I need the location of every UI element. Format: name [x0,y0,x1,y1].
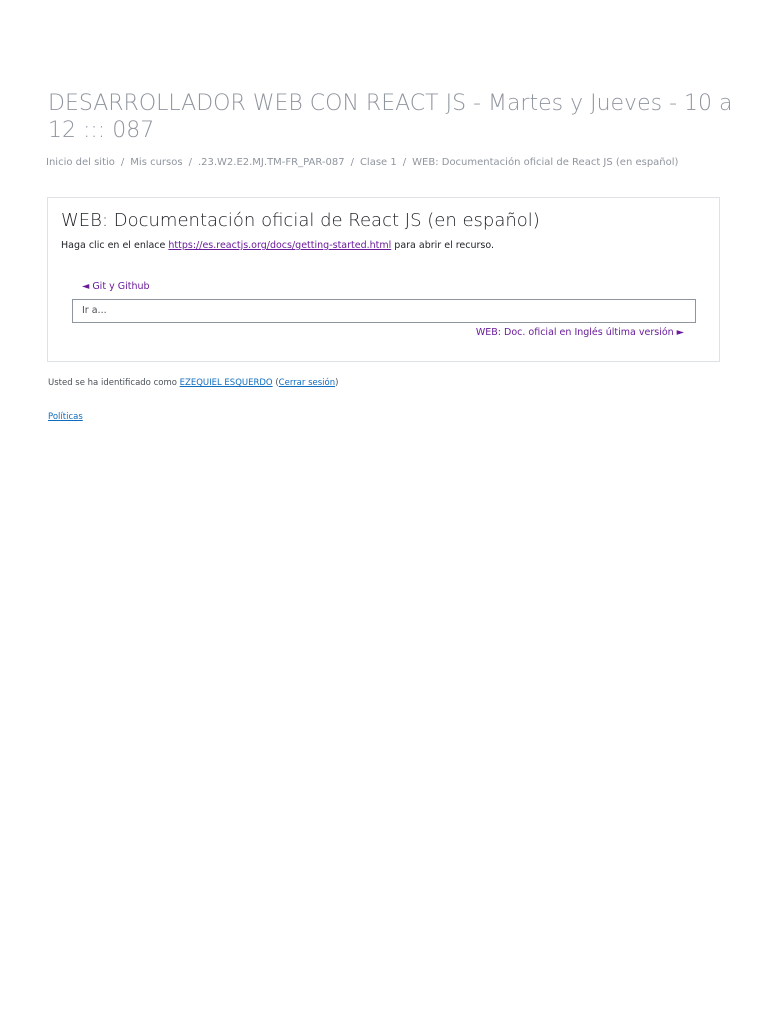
login-prefix: Usted se ha identificado como [48,378,180,388]
resource-card: WEB: Documentación oficial de React JS (… [47,197,720,362]
breadcrumb-item-my-courses[interactable]: Mis cursos [130,157,182,168]
breadcrumb-item-section[interactable]: Clase 1 [360,157,397,168]
resource-url-link[interactable]: https://es.reactjs.org/docs/getting-star… [168,240,391,251]
login-close-paren: ) [335,378,339,388]
breadcrumb-separator: / [188,157,192,168]
user-profile-link[interactable]: EZEQUIEL ESQUERDO [180,378,273,388]
resource-text-after: para abrir el recurso. [391,240,495,251]
resource-title: WEB: Documentación oficial de React JS (… [61,210,540,231]
jump-to-select[interactable]: Ir a... [72,299,696,323]
breadcrumb: Inicio del sitio / Mis cursos / .23.W2.E… [46,157,746,168]
logout-link[interactable]: Cerrar sesión [279,378,335,388]
prev-activity-link[interactable]: ◄ Git y Github [82,281,150,292]
breadcrumb-separator: / [402,157,407,168]
page: DESARROLLADOR WEB CON REACT JS - Martes … [0,0,768,1024]
page-title: DESARROLLADOR WEB CON REACT JS - Martes … [48,91,733,143]
breadcrumb-item-current[interactable]: WEB: Documentación oficial de React JS (… [412,157,678,168]
breadcrumb-item-home[interactable]: Inicio del sitio [46,157,115,168]
resource-instructions: Haga clic en el enlace https://es.reactj… [61,240,494,251]
policies-link[interactable]: Políticas [48,412,83,422]
breadcrumb-separator: / [350,157,354,168]
next-activity-link[interactable]: WEB: Doc. oficial en Inglés última versi… [476,327,684,338]
breadcrumb-separator: / [120,157,125,168]
resource-text-before: Haga clic en el enlace [61,240,169,251]
breadcrumb-item-course[interactable]: .23.W2.E2.MJ.TM-FR_PAR-087 [198,157,345,168]
login-info: Usted se ha identificado como EZEQUIEL E… [48,378,338,388]
